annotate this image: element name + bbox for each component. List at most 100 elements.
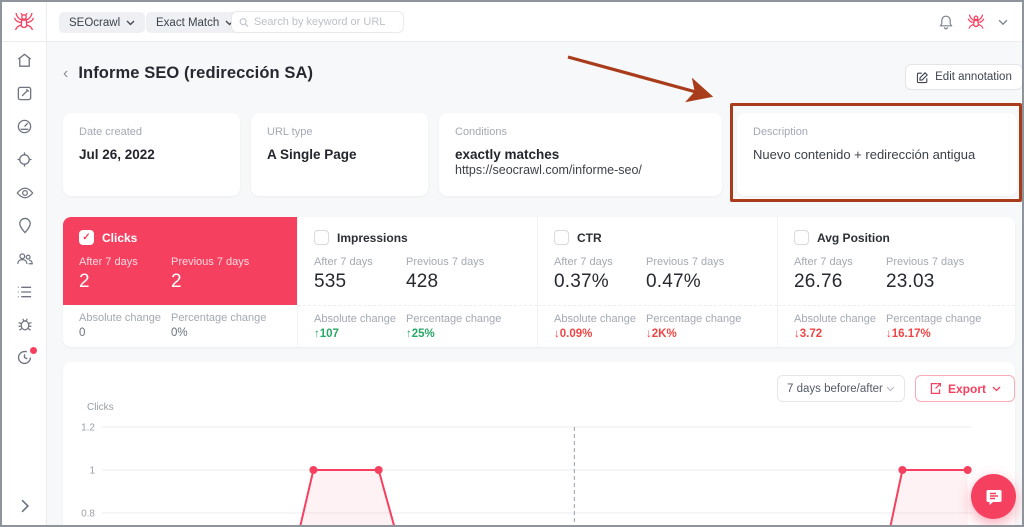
avg-position-checkbox-unchecked[interactable]	[794, 230, 809, 245]
home-icon	[17, 53, 32, 67]
clicks-chart-card: 7 days before/after Export Clicks 1.2 1 0.…	[63, 362, 1015, 525]
url-type-card: URL type A Single Page	[251, 113, 428, 196]
absolute-change-label: Absolute change	[314, 313, 396, 325]
percentage-change-label: Percentage change	[886, 313, 982, 325]
ctr-label: CTR	[577, 230, 602, 245]
avg-position-label: Avg Position	[817, 230, 890, 245]
edit-annotation-label: Edit annotation	[935, 71, 1012, 83]
avg-position-percentage-change: ↓16.17%	[886, 328, 931, 340]
sidebar-item-annotations[interactable]	[2, 77, 47, 110]
after-label: After 7 days	[554, 256, 613, 268]
after-label: After 7 days	[314, 256, 373, 268]
impressions-label: Impressions	[337, 230, 408, 245]
metric-card-clicks: ✓ Clicks After 7 days 2 Previous 7 days 2 …	[63, 217, 297, 347]
project-selector[interactable]: SEOcrawl	[59, 12, 146, 33]
top-bar: SEOcrawl Exact Match	[2, 2, 1022, 42]
note-icon	[986, 489, 1001, 505]
impressions-checkbox-unchecked[interactable]	[314, 230, 329, 245]
sidebar-expand-button[interactable]	[2, 499, 47, 513]
sidebar-nav	[2, 42, 47, 525]
gauge-icon	[17, 119, 32, 134]
clicks-previous-value: 2	[171, 271, 182, 292]
search-box[interactable]	[231, 11, 404, 33]
description-value: Nuevo contenido + redirección antigua	[753, 147, 976, 162]
absolute-change-label: Absolute change	[794, 313, 876, 325]
sidebar-item-visibility[interactable]	[2, 176, 47, 209]
sidebar-item-rank-tracker[interactable]	[2, 143, 47, 176]
spider-logo-icon	[13, 12, 35, 31]
metrics-panel: ✓ Clicks After 7 days 2 Previous 7 days 2 …	[63, 217, 1015, 347]
chevron-down-icon	[126, 20, 135, 25]
pin-icon	[18, 217, 31, 234]
date-created-label: Date created	[79, 126, 142, 138]
description-card: Description Nuevo contenido + redirecció…	[737, 113, 1017, 196]
date-created-value: Jul 26, 2022	[79, 147, 155, 162]
previous-label: Previous 7 days	[171, 256, 250, 268]
clicks-absolute-change: 0	[79, 327, 86, 339]
previous-label: Previous 7 days	[886, 256, 965, 268]
svg-text:1: 1	[89, 466, 95, 477]
page-title: Informe SEO (redirección SA)	[78, 64, 314, 82]
sidebar-item-reports[interactable]	[2, 275, 47, 308]
ctr-percentage-change: ↓2K%	[646, 328, 677, 340]
match-type-selector[interactable]: Exact Match	[146, 12, 245, 33]
clicks-checkbox-checked[interactable]: ✓	[79, 230, 94, 245]
search-input[interactable]	[253, 16, 396, 28]
sidebar-item-issues[interactable]	[2, 308, 47, 341]
notifications-bell-icon[interactable]	[938, 14, 954, 31]
users-icon	[16, 253, 33, 265]
percentage-change-label: Percentage change	[646, 313, 742, 325]
target-icon	[17, 152, 32, 167]
annotations-fab[interactable]	[971, 474, 1016, 519]
clicks-chart[interactable]: 1.2 1 0.8	[63, 362, 1015, 525]
sidebar-item-history[interactable]	[2, 341, 47, 374]
eye-icon	[16, 187, 33, 198]
absolute-change-label: Absolute change	[79, 312, 161, 324]
app-window: SEOcrawl Exact Match Search by keyword o…	[0, 0, 1024, 527]
metric-card-avg-position: Avg Position After 7 days 26.76 Previous …	[777, 217, 1015, 347]
ctr-toggle[interactable]: CTR	[554, 230, 761, 245]
clicks-toggle[interactable]: ✓ Clicks	[79, 230, 281, 245]
url-type-label: URL type	[267, 126, 313, 138]
account-menu-chevron-icon[interactable]	[998, 19, 1008, 26]
clicks-after-value: 2	[79, 271, 90, 292]
svg-text:1.2: 1.2	[81, 423, 95, 434]
sidebar-item-opportunities[interactable]	[2, 209, 47, 242]
edit-annotation-button[interactable]: Edit annotation	[905, 64, 1022, 90]
url-type-value: A Single Page	[267, 147, 357, 162]
impressions-previous-value: 428	[406, 271, 439, 292]
impressions-after-value: 535	[314, 271, 347, 292]
back-button[interactable]: ‹	[63, 65, 68, 82]
date-created-card: Date created Jul 26, 2022	[63, 113, 240, 196]
match-type-label: Exact Match	[156, 16, 220, 29]
absolute-change-label: Absolute change	[554, 313, 636, 325]
list-icon	[17, 286, 32, 297]
impressions-percentage-change: ↑25%	[406, 328, 435, 340]
avg-position-toggle[interactable]: Avg Position	[794, 230, 999, 245]
conditions-match-type: exactly matches	[455, 147, 560, 162]
sidebar-item-dashboard[interactable]	[2, 110, 47, 143]
sidebar-item-competitors[interactable]	[2, 242, 47, 275]
seocrawl-logo[interactable]	[2, 2, 47, 42]
notification-badge	[30, 347, 37, 354]
ctr-after-value: 0.37%	[554, 271, 609, 292]
impressions-toggle[interactable]: Impressions	[314, 230, 521, 245]
project-selector-label: SEOcrawl	[69, 16, 121, 29]
previous-label: Previous 7 days	[406, 256, 485, 268]
conditions-url: https://seocrawl.com/informe-seo/	[455, 163, 642, 177]
svg-text:0.8: 0.8	[81, 509, 95, 520]
sidebar-item-home[interactable]	[2, 44, 47, 77]
chevron-right-icon	[21, 499, 29, 513]
metric-card-ctr: CTR After 7 days 0.37% Previous 7 days 0.4…	[537, 217, 777, 347]
clicks-label: Clicks	[102, 230, 138, 245]
ctr-checkbox-unchecked[interactable]	[554, 230, 569, 245]
previous-label: Previous 7 days	[646, 256, 725, 268]
user-avatar-spider[interactable]	[967, 12, 985, 32]
conditions-label: Conditions	[455, 126, 507, 138]
percentage-change-label: Percentage change	[171, 312, 267, 324]
description-label: Description	[753, 126, 809, 138]
search-icon	[239, 17, 249, 27]
avg-position-after-value: 26.76	[794, 271, 843, 292]
avg-position-previous-value: 23.03	[886, 271, 935, 292]
conditions-card: Conditions exactly matches https://seocr…	[439, 113, 722, 196]
